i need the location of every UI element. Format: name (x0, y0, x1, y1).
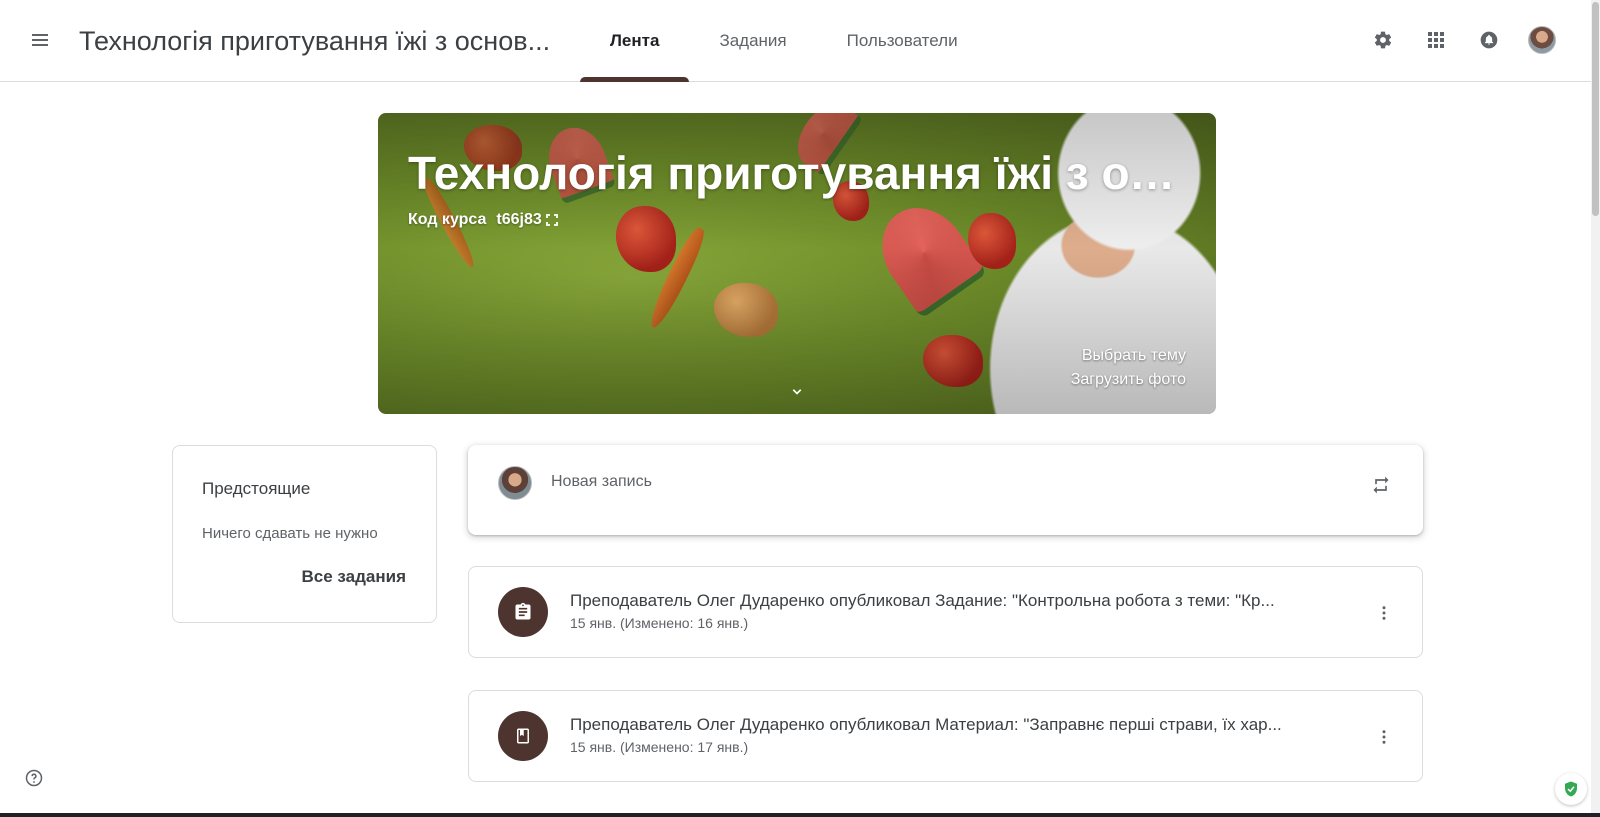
tab-stream[interactable]: Лента (580, 0, 690, 82)
course-code-label: Код курса (408, 211, 487, 228)
stream-item-date: 15 янв. (Изменено: 17 янв.) (570, 739, 749, 755)
more-vert-icon[interactable] (1364, 717, 1404, 757)
settings-icon[interactable] (1363, 20, 1403, 60)
tab-people[interactable]: Пользователи (817, 0, 988, 82)
shield-icon[interactable] (1555, 773, 1587, 805)
stream-item-date: 15 янв. (Изменено: 16 янв.) (570, 615, 749, 631)
new-post-input[interactable]: Новая запись (551, 473, 652, 491)
menu-icon[interactable] (22, 22, 58, 58)
course-code: Код курса t66j83 (408, 211, 558, 229)
upcoming-card: Предстоящие Ничего сдавать не нужно Все … (172, 445, 437, 623)
select-theme-link[interactable]: Выбрать тему (1082, 347, 1186, 365)
upload-photo-link[interactable]: Загрузить фото (1071, 371, 1186, 389)
class-banner: Технологія приготування їжі з осн... Код… (378, 113, 1216, 414)
material-icon (498, 711, 548, 761)
upcoming-heading: Предстоящие (202, 479, 311, 498)
avatar (498, 466, 532, 500)
stream-item[interactable]: Преподаватель Олег Дударенко опубликовал… (468, 690, 1423, 782)
stream-item-title[interactable]: Преподаватель Олег Дударенко опубликовал… (570, 591, 1360, 611)
apps-icon[interactable] (1416, 20, 1456, 60)
class-tabs: Лента Задания Пользователи (580, 0, 988, 82)
avatar (1528, 26, 1556, 54)
upcoming-empty-text: Ничего сдавать не нужно (202, 525, 378, 542)
page-scrollbar[interactable] (1591, 0, 1600, 817)
chevron-down-icon[interactable] (788, 383, 806, 406)
view-all-link[interactable]: Все задания (302, 567, 406, 587)
notifications-icon[interactable] (1469, 20, 1509, 60)
help-icon[interactable] (20, 764, 48, 792)
assignment-icon (498, 587, 548, 637)
class-title[interactable]: Технологія приготування їжі з основ... (79, 24, 569, 58)
scrollbar-thumb[interactable] (1592, 2, 1599, 216)
banner-title: Технологія приготування їжі з осн... (408, 147, 1178, 199)
fullscreen-icon[interactable] (545, 214, 558, 226)
top-app-bar: Технологія приготування їжі з основ... Л… (0, 0, 1600, 82)
repost-icon[interactable] (1361, 465, 1401, 505)
more-vert-icon[interactable] (1364, 593, 1404, 633)
stream-item-title[interactable]: Преподаватель Олег Дударенко опубликовал… (570, 715, 1360, 735)
taskbar-edge (0, 813, 1600, 817)
stream-item[interactable]: Преподаватель Олег Дударенко опубликовал… (468, 566, 1423, 658)
top-icons (1363, 20, 1562, 60)
tab-classwork[interactable]: Задания (689, 0, 816, 82)
course-code-value: t66j83 (496, 211, 542, 228)
announcement-composer[interactable]: Новая запись (468, 445, 1423, 535)
account-avatar[interactable] (1522, 20, 1562, 60)
